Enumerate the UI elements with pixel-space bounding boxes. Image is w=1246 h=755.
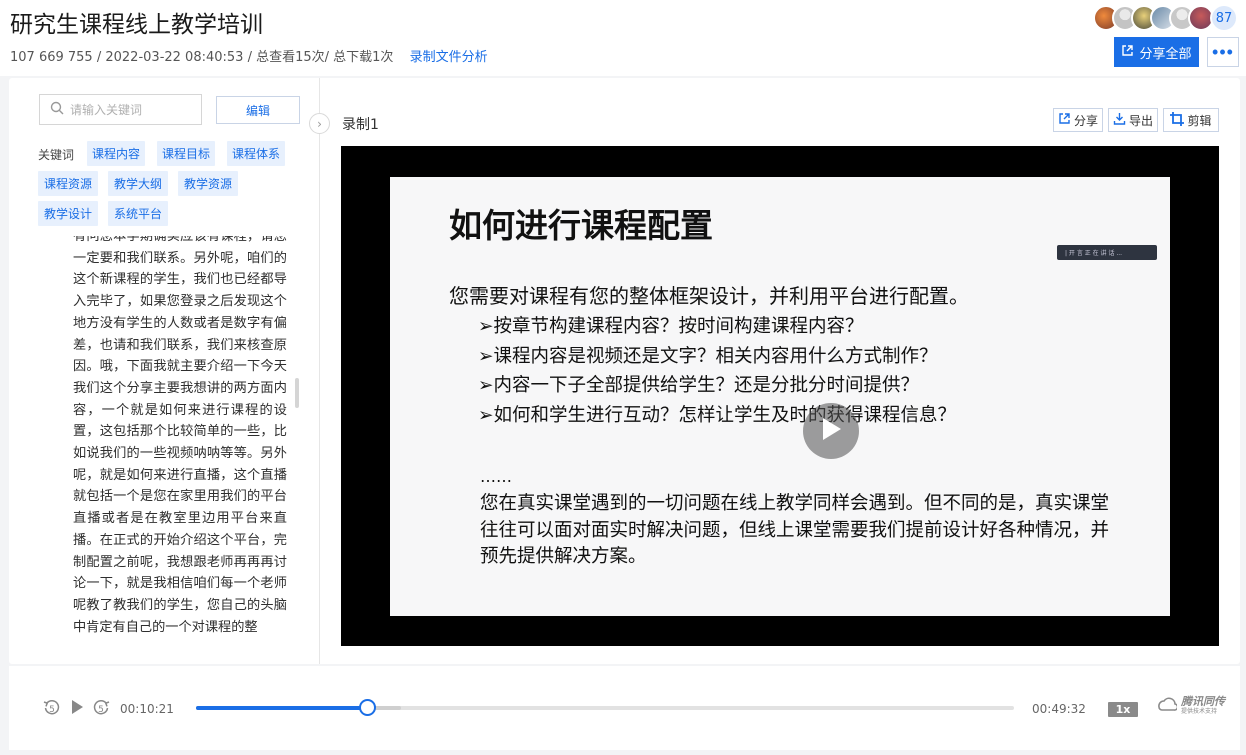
recording-datetime: / 2022-03-22 08:40:53 [96, 50, 244, 65]
transcript-paragraph: 有问您本学期确实应该有课程，请您一定要和我们联系。另外呢，咱们的这个新课程的学生… [73, 236, 287, 635]
download-icon [1113, 112, 1126, 128]
keyword-chip[interactable]: 教学设计 [38, 201, 98, 226]
keyword-chip[interactable]: 系统平台 [108, 201, 168, 226]
slide-bullet: ➢如何和学生进行互动？怎样让学生及时的获得课程信息？ [478, 405, 957, 426]
viewer-count-badge: 87 [1210, 4, 1238, 32]
keyword-label: 关键词 [38, 148, 75, 162]
slide-bullet: ➢按章节构建课程内容？按时间构建课程内容？ [478, 316, 864, 337]
clip-button[interactable]: 剪辑 [1163, 108, 1219, 132]
recording-analysis-link[interactable]: 录制文件分析 [410, 50, 488, 65]
slide-subtitle: 您需要对课程有您的整体框架设计，并利用平台进行配置。 [449, 284, 969, 308]
slide-bullet: ➢内容一下子全部提供给学生？还是分批分时间提供？ [478, 375, 920, 396]
slide-paragraph: 您在真实课堂遇到的一切问题在线上教学同样会遇到。但不同的是，真实课堂往往可以面对… [480, 493, 1110, 567]
recording-meta: 107 669 755 / 2022-03-22 08:40:53 / 总查看1… [10, 46, 488, 65]
viewer-avatars[interactable]: 87 [1093, 4, 1238, 32]
transcript-panel: 编辑 关键词 课程内容 课程目标 课程体系 课程资源 教学大纲 教学资源 教学设… [9, 78, 330, 664]
playback-speed-button[interactable]: 1x [1108, 702, 1138, 717]
share-button[interactable]: 分享 [1053, 108, 1103, 132]
search-icon [50, 100, 64, 119]
playback-controls: 5 5 00:10:21 00:49:32 1x 腾讯同传 提供技术支持 [9, 666, 1240, 750]
slide-bullet: ➢课程内容是视频还是文字？相关内容用什么方式制作？ [478, 346, 938, 367]
share-icon [1058, 112, 1071, 128]
forward-5-button[interactable]: 5 [92, 699, 110, 721]
progress-slider[interactable] [196, 699, 1014, 716]
brand-name: 腾讯同传 [1181, 695, 1225, 708]
play-control-button[interactable] [70, 699, 84, 719]
header: 研究生课程线上教学培训 107 669 755 / 2022-03-22 08:… [0, 0, 1246, 76]
brand-icon [1157, 696, 1179, 716]
forward-5-label: 5 [98, 705, 104, 715]
keyword-chip[interactable]: 课程体系 [227, 141, 285, 166]
share-all-button[interactable]: 分享全部 [1114, 37, 1199, 67]
share-label: 分享 [1073, 113, 1098, 128]
search-input[interactable] [70, 102, 190, 117]
keyword-search[interactable] [39, 94, 202, 125]
edit-keywords-button[interactable]: 编辑 [216, 96, 300, 124]
more-options-button[interactable]: ••• [1207, 37, 1239, 67]
video-player[interactable]: 如何进行课程配置 | 开 言 正 在 讲 话 ... 您需要对课程有您的整体框架… [341, 146, 1219, 646]
play-button[interactable] [803, 403, 859, 459]
meeting-id: 107 669 755 [10, 50, 93, 65]
keyword-chip[interactable]: 课程目标 [157, 141, 215, 166]
recording-title: 录制1 [342, 117, 379, 133]
share-icon [1121, 44, 1134, 60]
page-title: 研究生课程线上教学培训 [10, 12, 263, 38]
transcript-text[interactable]: 有问您本学期确实应该有课程，请您一定要和我们联系。另外呢，咱们的这个新课程的学生… [73, 236, 287, 656]
total-time: 00:49:32 [1032, 702, 1086, 716]
export-label: 导出 [1128, 113, 1153, 128]
export-button[interactable]: 导出 [1108, 108, 1158, 132]
rewind-5-button[interactable]: 5 [43, 699, 61, 721]
slide-ellipsis: …… [480, 467, 512, 486]
progress-handle[interactable] [358, 699, 376, 716]
tencent-brand-logo: 腾讯同传 提供技术支持 [1157, 696, 1225, 716]
transcript-scrollbar[interactable] [295, 378, 299, 408]
crop-icon [1170, 111, 1185, 129]
video-panel: 录制1 分享 导出 剪辑 如何进行课程配置 | 开 言 正 在 讲 话 ... … [321, 78, 1240, 664]
keyword-chip[interactable]: 课程资源 [38, 171, 98, 196]
view-download-stats: / 总查看15次/ 总下载1次 [247, 50, 394, 65]
keyword-chip[interactable]: 课程内容 [87, 141, 145, 166]
keyword-chip[interactable]: 教学大纲 [108, 171, 168, 196]
current-time: 00:10:21 [120, 702, 174, 716]
recording-card: 编辑 关键词 课程内容 课程目标 课程体系 课程资源 教学大纲 教学资源 教学设… [9, 78, 1240, 664]
speaker-indicator: | 开 言 正 在 讲 话 ... [1057, 245, 1157, 260]
play-icon [820, 417, 842, 445]
clip-label: 剪辑 [1187, 113, 1212, 128]
progress-fill [196, 706, 367, 710]
share-all-label: 分享全部 [1139, 45, 1192, 61]
keyword-chip[interactable]: 教学资源 [178, 171, 238, 196]
presentation-slide: 如何进行课程配置 | 开 言 正 在 讲 话 ... 您需要对课程有您的整体框架… [390, 177, 1170, 616]
brand-subtitle: 提供技术支持 [1181, 708, 1218, 715]
rewind-5-label: 5 [49, 705, 55, 715]
slide-title: 如何进行课程配置 [449, 206, 713, 245]
